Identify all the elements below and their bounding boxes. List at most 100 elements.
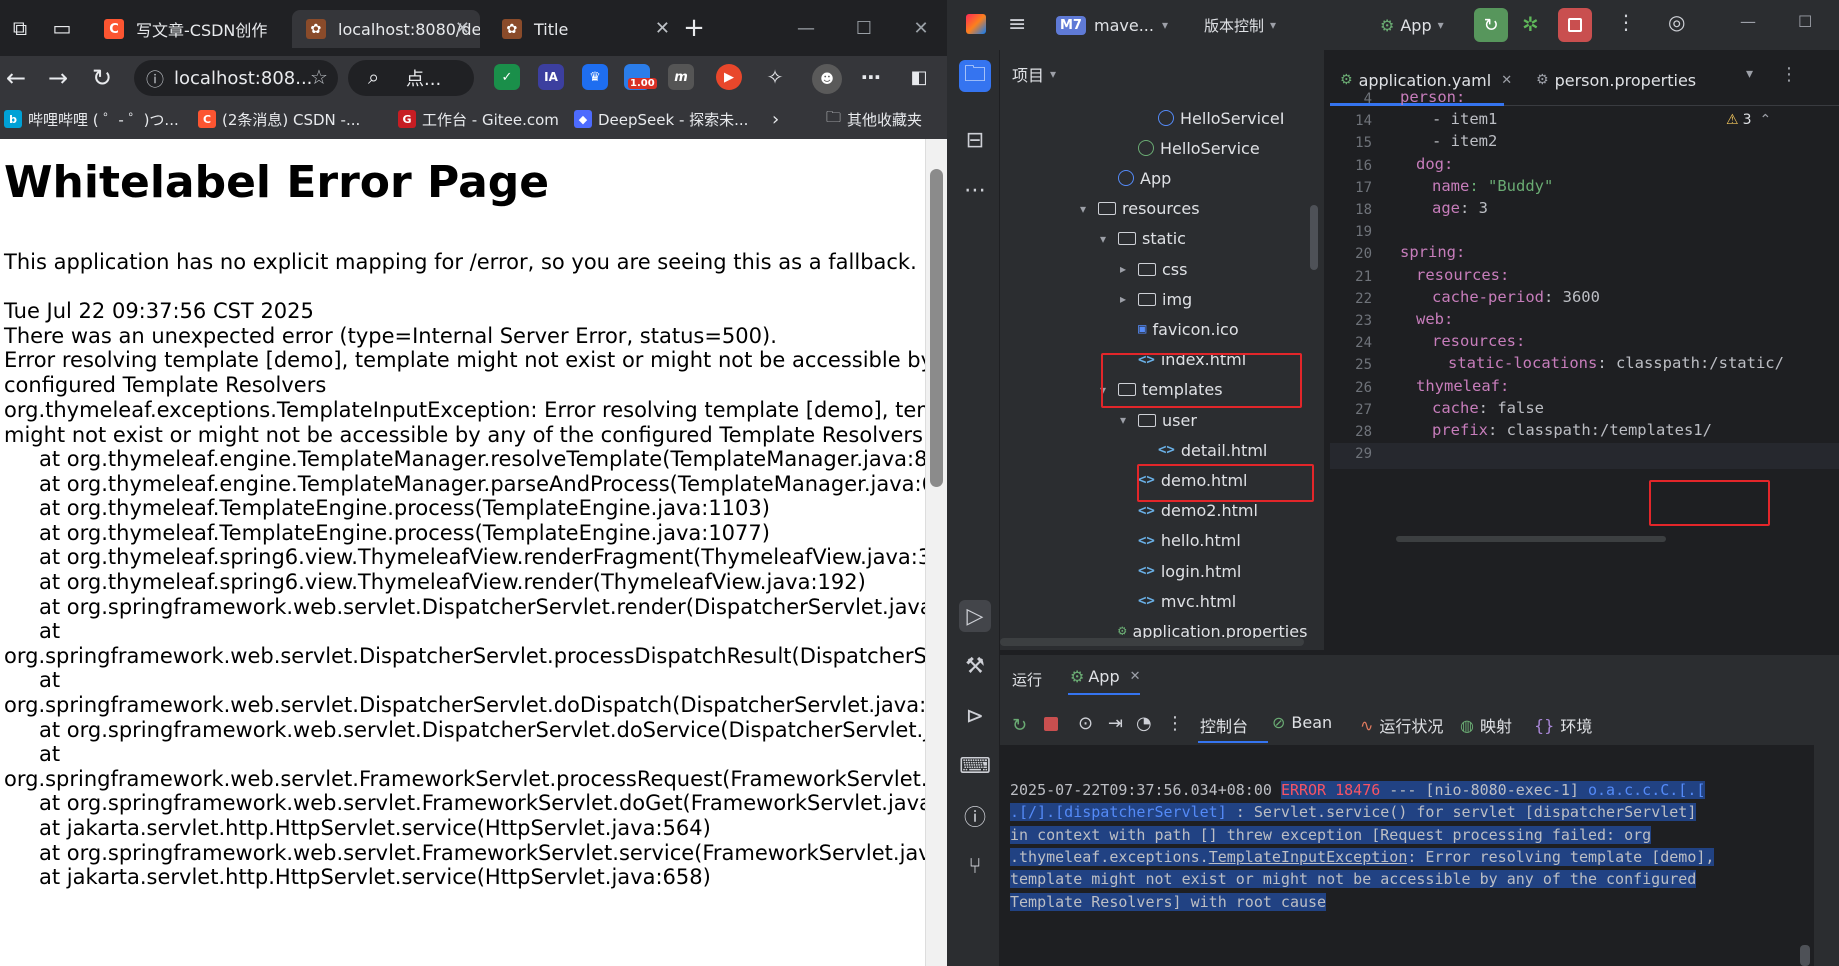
close-tab-icon[interactable]: ✕ [655, 18, 670, 39]
site-info-icon[interactable]: ⓘ [146, 66, 164, 92]
console-tab[interactable]: 控制台 [1200, 713, 1248, 737]
more-actions-icon[interactable]: ⋮ [1166, 713, 1184, 734]
tree-item-img[interactable]: ▸ img [1120, 285, 1192, 313]
chevron-right-icon[interactable]: ▸ [1120, 262, 1138, 276]
tree-scrollbar-thumb[interactable] [1310, 205, 1318, 270]
maximize-icon[interactable]: ☐ [1798, 12, 1812, 31]
page-scrollbar[interactable] [925, 139, 947, 966]
browser-tab-localhost[interactable]: ✿ localhost:8080/de ✕ [292, 10, 480, 48]
mappings-tab[interactable]: ◍ 映射 [1460, 713, 1512, 737]
editor-hscrollbar[interactable] [1396, 536, 1666, 542]
run-tab-app[interactable]: ⚙ App ✕ [1070, 667, 1141, 686]
tree-item-css[interactable]: ▸ css [1120, 255, 1187, 283]
tree-item-favicon-ico[interactable]: ▣ favicon.ico [1120, 315, 1239, 343]
ia-extension-icon[interactable]: IA [538, 64, 564, 90]
rerun-icon[interactable]: ↻ [1012, 715, 1027, 736]
tree-item-app[interactable]: App [1100, 164, 1171, 192]
tree-hscrollbar[interactable] [1000, 638, 1304, 646]
m-extension-icon[interactable]: m [668, 64, 694, 90]
environment-tab[interactable]: {} 环境 [1534, 713, 1592, 737]
run-config-selector[interactable]: ⚙ App ▾ [1380, 12, 1444, 38]
more-menu-icon[interactable]: ⋯ [858, 64, 884, 90]
debug-icon[interactable]: ✲ [1522, 12, 1539, 36]
bookmark-bilibili[interactable]: b 哔哩哔哩 ( ゜- ゜)つ... [4, 106, 179, 132]
chevron-right-icon[interactable]: ▸ [1120, 292, 1138, 306]
camera-icon[interactable]: ⊙ [1078, 713, 1093, 734]
close-tab-icon[interactable]: ✕ [455, 18, 470, 39]
maximize-icon[interactable]: ☐ [848, 12, 880, 44]
terminal-tool-icon[interactable]: ⌨ [959, 750, 991, 782]
badge-extension-icon[interactable]: 1.00 [624, 64, 657, 90]
tab-actions-icon[interactable]: ▭ [46, 12, 78, 44]
more-actions-icon[interactable]: ⋮ [1616, 10, 1636, 34]
tree-item-login-html[interactable]: <> login.html [1120, 557, 1241, 585]
bookmark-star-icon[interactable]: ☆ [310, 65, 328, 89]
record-extension-icon[interactable]: ▶ [716, 64, 742, 90]
problems-tool-icon[interactable]: ⓘ [959, 800, 991, 832]
new-tab-icon[interactable]: + [678, 12, 710, 44]
structure-tool-icon[interactable]: ⊟ [959, 124, 991, 156]
stop-icon[interactable] [1044, 717, 1058, 731]
project-panel-header[interactable]: 项目 ▾ [1012, 62, 1056, 86]
sidebar-toggle-icon[interactable]: ◧ [906, 64, 932, 90]
rerun-icon[interactable]: ↻ [1474, 8, 1508, 42]
close-tab-icon[interactable]: ✕ [1501, 73, 1512, 88]
bean-tab[interactable]: ⊘ Bean [1272, 713, 1332, 732]
minimize-icon[interactable]: — [1740, 12, 1756, 31]
shield-extension-icon[interactable]: ✓ [494, 64, 520, 90]
browser-tab-csdn[interactable]: C 写文章-CSDN创作 [90, 10, 284, 48]
tree-item-detail-html[interactable]: <> detail.html [1140, 436, 1267, 464]
project-selector[interactable]: M7 mave... ▾ [1056, 12, 1168, 38]
tree-item-hello-html[interactable]: <> hello.html [1120, 527, 1241, 555]
extensions-puzzle-icon[interactable]: ✧ [762, 64, 788, 90]
build-tool-icon[interactable]: ⚒ [959, 650, 991, 682]
bookmark-csdn[interactable]: C (2条消息) CSDN -... [198, 106, 360, 132]
crown-extension-icon[interactable]: ♛ [582, 64, 608, 90]
forward-icon[interactable]: → [42, 62, 74, 94]
stop-button[interactable] [1558, 8, 1592, 42]
tree-item-helloservice[interactable]: HelloService [1120, 134, 1260, 162]
health-tab[interactable]: ∿ 运行状况 [1360, 713, 1443, 737]
browser-tab-title[interactable]: ✿ Title ✕ [488, 10, 680, 48]
close-window-icon[interactable]: ✕ [905, 12, 937, 44]
tree-item-mvc-html[interactable]: <> mvc.html [1120, 587, 1236, 615]
profile-avatar[interactable]: ☻ [812, 64, 842, 94]
chevron-down-icon[interactable]: ▾ [1100, 232, 1118, 246]
minimize-icon[interactable]: — [790, 12, 822, 44]
bookmarks-overflow-chevron-icon[interactable]: › [772, 106, 779, 132]
scrollbar-thumb[interactable] [930, 169, 943, 487]
tree-item-static[interactable]: ▾ static [1100, 225, 1186, 253]
more-tools-icon[interactable]: ⋯ [959, 174, 991, 206]
close-tab-icon[interactable]: ✕ [1130, 669, 1141, 684]
services-tool-icon[interactable]: ⊳ [959, 700, 991, 732]
csdn-favicon-icon: C [104, 19, 124, 39]
other-bookmarks[interactable]: 🗀 其他收藏夹 [826, 106, 922, 132]
tabs-dropdown-icon[interactable]: ▾ [1746, 66, 1753, 82]
tree-item-user[interactable]: ▾ user [1120, 406, 1197, 434]
reload-icon[interactable]: ↻ [86, 62, 118, 94]
ai-assistant-icon[interactable]: ◎ [1668, 10, 1685, 34]
project-tool-icon[interactable]: 🗀 [959, 60, 991, 92]
main-menu-icon[interactable]: ≡ [1008, 12, 1026, 37]
workspaces-icon[interactable]: ⧉ [4, 12, 36, 44]
chevron-down-icon[interactable]: ▾ [1120, 413, 1138, 427]
console-output[interactable]: 2025-07-22T09:37:56.034+08:00 ERROR 1847… [1000, 745, 1814, 966]
console-segment[interactable]: TemplateInputException [1208, 847, 1408, 866]
console-scrollbar-thumb[interactable] [1800, 945, 1810, 966]
page-title: Whitelabel Error Page [4, 157, 550, 208]
tree-item-resources[interactable]: ▾ resources [1080, 195, 1200, 223]
back-icon[interactable]: ← [0, 62, 32, 94]
editor-more-icon[interactable]: ⋮ [1780, 64, 1798, 85]
tree-item-helloservicei[interactable]: HelloServiceI [1140, 104, 1284, 132]
run-tool-icon[interactable]: ▷ [959, 600, 991, 632]
bookmark-deepseek[interactable]: ◆ DeepSeek - 探索未... [574, 106, 748, 132]
bookmark-gitee[interactable]: G 工作台 - Gitee.com [398, 106, 559, 132]
gauge-icon[interactable]: ◔ [1136, 713, 1152, 734]
vcs-menu[interactable]: 版本控制 ▾ [1204, 12, 1276, 38]
exit-icon[interactable]: ⇥ [1108, 713, 1123, 734]
git-tool-icon[interactable]: ⑂ [959, 850, 991, 882]
search-box[interactable]: ⌕ 点... [348, 60, 474, 96]
chevron-down-icon[interactable]: ▾ [1080, 202, 1098, 216]
app-run-icon: ⚙ [1380, 15, 1395, 35]
address-bar[interactable]: ⓘ localhost:808... ☆ [134, 60, 338, 96]
